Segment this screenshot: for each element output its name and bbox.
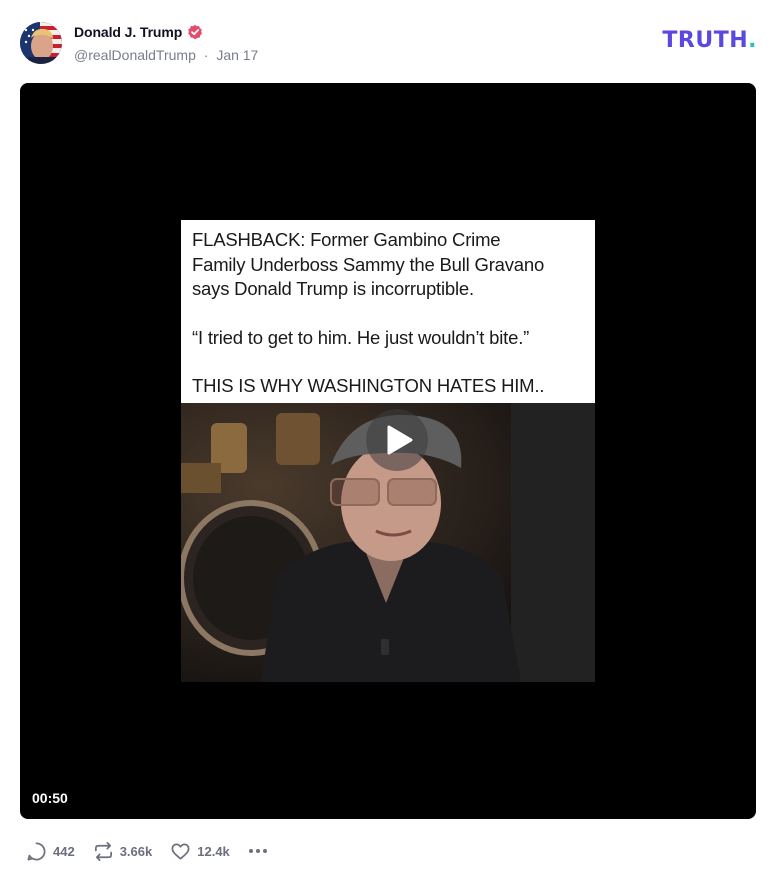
caption-line-3: says Donald Trump is incorruptible. <box>192 278 474 299</box>
avatar[interactable] <box>20 22 62 64</box>
caption-tagline: THIS IS WHY WASHINGTON HATES HIM.. <box>192 375 545 396</box>
caption-line-2: Family Underboss Sammy the Bull Gravano <box>192 253 545 275</box>
like-count: 12.4k <box>197 843 230 859</box>
retruth-button[interactable]: 3.66k <box>93 841 153 862</box>
name-row: Donald J. Trump <box>74 24 203 40</box>
like-button[interactable]: 12.4k <box>170 841 230 862</box>
play-button[interactable] <box>366 409 428 471</box>
reply-count: 442 <box>53 843 75 859</box>
meta-separator: · <box>203 47 209 63</box>
more-button[interactable] <box>248 848 268 854</box>
verified-badge-icon <box>187 24 203 40</box>
play-icon <box>387 425 412 455</box>
avatar-image <box>20 22 62 64</box>
caption-line-1: FLASHBACK: Former Gambino Crime <box>192 229 501 250</box>
video-caption: FLASHBACK: Former Gambino Crime Family U… <box>181 220 595 403</box>
video-duration: 00:50 <box>32 790 68 806</box>
truth-logo[interactable]: TRUTH. <box>662 28 757 53</box>
handle[interactable]: @realDonaldTrump <box>74 47 196 63</box>
post-actions: 442 3.66k 12.4k <box>26 840 268 862</box>
heart-icon <box>171 842 190 860</box>
reply-icon <box>27 842 46 860</box>
brand-dot: . <box>748 28 757 53</box>
post-meta: @realDonaldTrump · Jan 17 <box>74 47 258 63</box>
video-player[interactable]: FLASHBACK: Former Gambino Crime Family U… <box>20 83 756 819</box>
post-date[interactable]: Jan 17 <box>216 47 258 63</box>
retruth-count: 3.66k <box>119 843 153 859</box>
caption-quote: “I tried to get to him. He just wouldn’t… <box>192 326 530 348</box>
reply-button[interactable]: 442 <box>26 841 75 862</box>
more-icon <box>248 849 267 853</box>
brand-text: TRUTH <box>662 28 749 53</box>
display-name[interactable]: Donald J. Trump <box>74 24 182 40</box>
retruth-icon <box>94 841 112 861</box>
post-header: Donald J. Trump @realDonaldTrump · Jan 1… <box>20 22 757 66</box>
